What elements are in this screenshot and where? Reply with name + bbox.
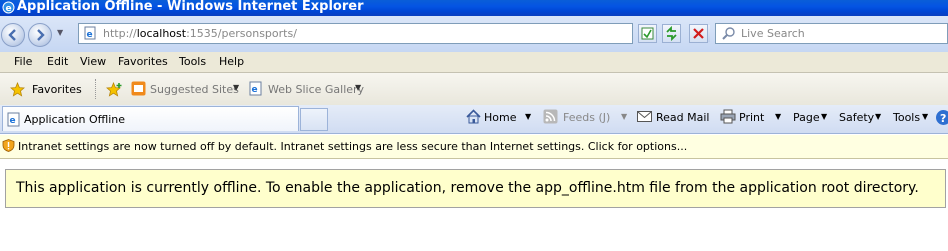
- recent-pages-dropdown[interactable]: ▼: [57, 28, 67, 38]
- tab-application-offline[interactable]: e Application Offline: [2, 106, 299, 131]
- new-tab-button[interactable]: [300, 108, 328, 131]
- tools-label: Tools: [893, 111, 921, 124]
- arrow-left-icon: [8, 29, 16, 41]
- url-scheme: http://: [103, 27, 137, 40]
- mail-icon: [637, 111, 652, 122]
- svg-text:e: e: [252, 85, 258, 95]
- suggested-sites-label: Suggested Sites: [150, 83, 239, 96]
- arrow-right-icon: [37, 29, 45, 41]
- chevron-down-icon: ▼: [922, 112, 929, 121]
- page-label: Page: [793, 111, 820, 124]
- add-to-favorites-icon[interactable]: [106, 82, 123, 97]
- shield-warning-icon: [2, 139, 15, 152]
- home-label: Home: [484, 111, 517, 124]
- refresh-icon: [666, 25, 677, 42]
- menu-view[interactable]: View: [80, 55, 106, 68]
- web-slice-gallery-label: Web Slice Gallery: [268, 83, 365, 96]
- stop-icon: [693, 28, 704, 39]
- url-text[interactable]: http://localhost:1535/personsports/: [103, 27, 297, 40]
- chevron-down-icon: ▼: [875, 112, 882, 121]
- offline-message: This application is currently offline. T…: [16, 180, 919, 196]
- menu-tools[interactable]: Tools: [179, 55, 206, 68]
- tab-title: Application Offline: [24, 113, 126, 126]
- search-icon: [722, 27, 735, 40]
- help-button[interactable]: ?: [935, 109, 948, 126]
- ie-page-icon: e: [7, 112, 20, 127]
- favorites-label: Favorites: [32, 83, 82, 96]
- back-button[interactable]: [1, 23, 25, 47]
- menu-help[interactable]: Help: [219, 55, 244, 68]
- stop-button[interactable]: [689, 24, 708, 43]
- chevron-down-icon: ▼: [621, 112, 628, 121]
- menu-bar: File Edit View Favorites Tools Help: [0, 52, 948, 73]
- address-field[interactable]: e http://localhost:1535/personsports/: [78, 23, 710, 44]
- information-bar-text[interactable]: Intranet settings are now turned off by …: [18, 140, 687, 153]
- window-title: Application Offline - Windows Internet E…: [17, 0, 364, 14]
- suggested-sites-icon: [131, 81, 146, 96]
- favorites-bar: Favorites Suggested Sites ▼ e Web Slice …: [0, 73, 948, 105]
- home-icon: [466, 109, 481, 124]
- chevron-down-icon: ▼: [355, 83, 362, 92]
- compatibility-icon: [641, 27, 654, 40]
- chevron-down-icon: ▼: [525, 112, 532, 121]
- svg-text:e: e: [6, 4, 12, 14]
- safety-label: Safety: [839, 111, 875, 124]
- refresh-button[interactable]: [662, 24, 681, 43]
- search-field[interactable]: Live Search: [715, 23, 948, 44]
- forward-button[interactable]: [28, 23, 52, 47]
- menu-edit[interactable]: Edit: [47, 55, 68, 68]
- compatibility-view-button[interactable]: [638, 24, 657, 43]
- help-icon: ?: [936, 110, 948, 125]
- menu-favorites[interactable]: Favorites: [118, 55, 168, 68]
- read-mail-label: Read Mail: [656, 111, 710, 124]
- chevron-down-icon: ▼: [821, 112, 828, 121]
- ie-page-icon: e: [249, 81, 262, 96]
- feeds-label: Feeds (J): [563, 111, 611, 124]
- offline-message-box: This application is currently offline. T…: [5, 169, 946, 208]
- separator: [95, 79, 97, 99]
- url-path: :1535/personsports/: [186, 27, 297, 40]
- print-label: Print: [739, 111, 765, 124]
- page-icon: e: [84, 26, 96, 40]
- chevron-down-icon: ▼: [233, 83, 240, 92]
- svg-text:e: e: [87, 30, 93, 40]
- title-bar: e Application Offline - Windows Internet…: [0, 0, 948, 16]
- rss-icon: [543, 109, 558, 124]
- chevron-down-icon: ▼: [775, 112, 782, 121]
- search-placeholder: Live Search: [741, 27, 805, 40]
- url-host: localhost: [136, 27, 187, 40]
- printer-icon: [720, 109, 736, 124]
- menu-file[interactable]: File: [14, 55, 32, 68]
- star-icon: [10, 82, 25, 97]
- svg-text:e: e: [10, 116, 16, 126]
- svg-text:?: ?: [940, 112, 946, 125]
- ie-logo-icon: e: [2, 1, 15, 14]
